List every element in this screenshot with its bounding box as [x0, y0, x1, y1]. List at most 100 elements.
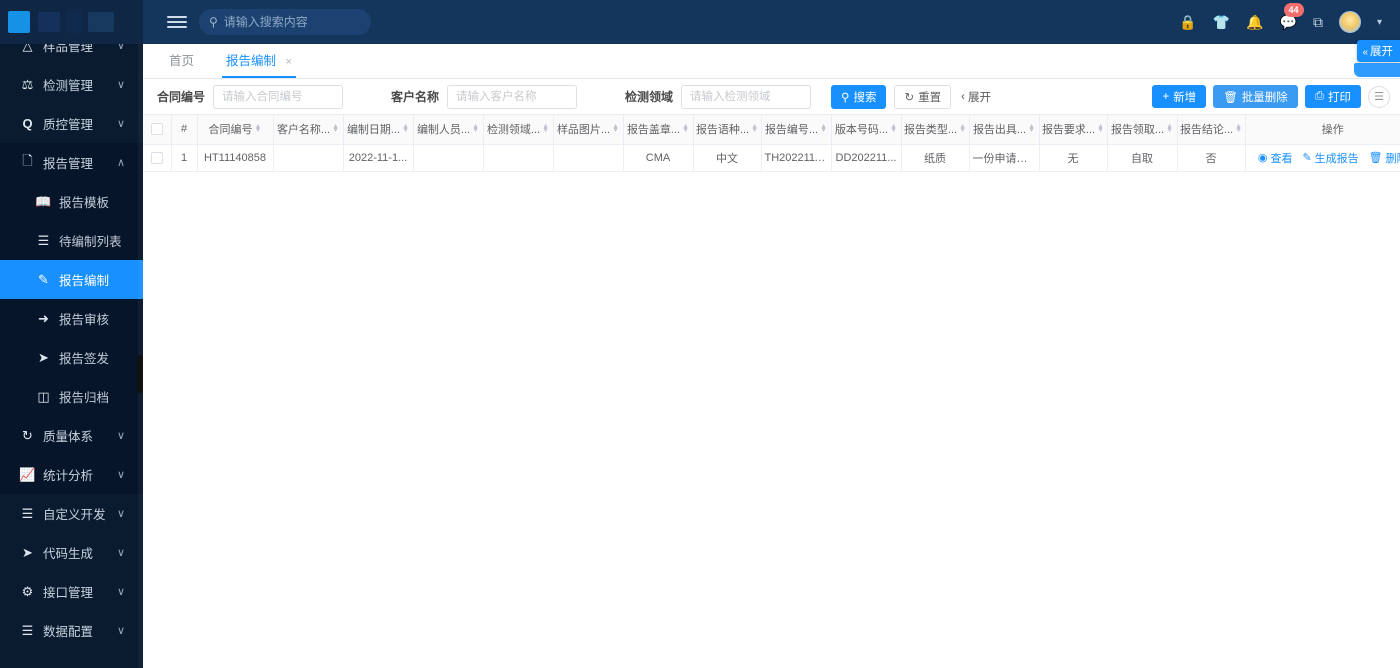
sort-icon[interactable]: ▲ ▼	[612, 123, 619, 134]
column-settings-icon[interactable]: ☰	[1368, 85, 1390, 108]
sort-icon[interactable]: ▲ ▼	[332, 123, 339, 134]
select-all-checkbox[interactable]	[150, 123, 163, 136]
bell-icon[interactable]: 🔔	[1246, 15, 1263, 29]
chevron-down-icon[interactable]: ∨	[117, 624, 125, 637]
row-checkbox-cell[interactable]	[143, 144, 172, 172]
sidebar-item-label: 样品管理	[43, 44, 94, 54]
sidebar-item-api-management[interactable]: ⚙ 接口管理 ∨	[0, 572, 143, 611]
sort-icon[interactable]: ▲ ▼	[890, 123, 897, 134]
th-report-no[interactable]: 报告编号... ▲ ▼	[761, 115, 832, 145]
tab-home[interactable]: 首页	[153, 44, 210, 78]
sidebar-item-code-gen[interactable]: ➤ 代码生成 ∨	[0, 533, 143, 572]
th-report-issue[interactable]: 报告出具... ▲ ▼	[969, 115, 1040, 145]
sort-icon[interactable]: ▲ ▼	[820, 123, 827, 134]
sort-icon[interactable]: ▲ ▼	[472, 123, 479, 134]
chevron-down-icon[interactable]: ∨	[117, 585, 125, 598]
float-expand-button[interactable]: «展开	[1357, 40, 1400, 62]
chevron-down-icon[interactable]: ∨	[117, 429, 125, 442]
th-report-type[interactable]: 报告类型... ▲ ▼	[901, 115, 970, 145]
float-expand-widget[interactable]: «展开	[1354, 40, 1400, 77]
cell-report-language: 中文	[693, 144, 762, 172]
sort-icon[interactable]: ▲ ▼	[1097, 123, 1104, 134]
sidebar-item-report-management[interactable]: 🗋 报告管理 ∧	[0, 143, 143, 182]
sort-icon[interactable]: ▲ ▼	[402, 123, 409, 134]
th-report-conclusion[interactable]: 报告结论... ▲ ▼	[1177, 115, 1246, 145]
avatar[interactable]	[1338, 11, 1361, 33]
reset-button[interactable]: ↻ 重置	[894, 84, 952, 109]
contract-no-input[interactable]	[213, 84, 344, 109]
chevron-down-icon[interactable]: ∨	[117, 44, 125, 52]
sidebar-item-qc[interactable]: Q 质控管理 ∨	[0, 104, 143, 143]
search-input[interactable]	[223, 15, 354, 29]
global-search[interactable]: ⚲	[199, 9, 371, 35]
fullscreen-icon[interactable]: ⧉	[1313, 15, 1323, 29]
th-sample-image[interactable]: 样品图片... ▲ ▼	[553, 115, 624, 145]
customer-name-input[interactable]	[447, 84, 578, 109]
hamburger-icon[interactable]	[167, 13, 187, 31]
th-compile-date[interactable]: 编制日期... ▲ ▼	[343, 115, 414, 145]
sidebar-item-report-review[interactable]: ➜ 报告审核	[0, 299, 143, 338]
sidebar-item-report-template[interactable]: 📖 报告模板	[0, 182, 143, 221]
th-select-all[interactable]	[143, 115, 172, 145]
sort-icon[interactable]: ▲ ▼	[682, 123, 689, 134]
shirt-icon[interactable]: 👕	[1213, 15, 1230, 29]
sort-icon[interactable]: ▲ ▼	[542, 123, 549, 134]
cell-compiler	[413, 144, 484, 172]
sidebar-item-statistics[interactable]: 📈 统计分析 ∨	[0, 455, 143, 494]
delete-action[interactable]: 🗑 删除	[1369, 150, 1400, 166]
filter-bar: 合同编号 客户名称 检测领域 ⚲ 搜索 ↻ 重置 ‹ 展开 +	[143, 79, 1400, 115]
sidebar-item-report-compile[interactable]: ✎ 报告编制	[0, 260, 143, 299]
chevron-down-icon[interactable]: ∨	[117, 507, 125, 520]
table-row[interactable]: 1 HT11140858 2022-11-1... CMA 中文 TH20221…	[143, 144, 1400, 172]
chevron-down-icon[interactable]: ∨	[117, 546, 125, 559]
search-icon: ⚲	[841, 91, 850, 104]
sidebar-item-report-issue[interactable]: ➤ 报告签发	[0, 338, 143, 377]
message-icon[interactable]: 💬 44	[1280, 3, 1304, 29]
sidebar-item-pending-list[interactable]: ☰ 待编制列表	[0, 221, 143, 260]
view-action[interactable]: ◉ 查看	[1258, 150, 1293, 166]
th-report-pickup[interactable]: 报告领取... ▲ ▼	[1107, 115, 1178, 145]
sort-icon[interactable]: ▲ ▼	[1235, 123, 1242, 134]
sort-icon[interactable]: ▲ ▼	[1166, 123, 1173, 134]
chevron-up-icon[interactable]: ∧	[117, 156, 125, 169]
th-compiler[interactable]: 编制人员... ▲ ▼	[413, 115, 484, 145]
test-field-input[interactable]	[681, 84, 812, 109]
chevron-down-icon[interactable]: ▾	[1377, 17, 1382, 28]
lock-icon[interactable]: 🔒	[1179, 15, 1196, 29]
sort-icon[interactable]: ▲ ▼	[751, 123, 758, 134]
print-button[interactable]: ⎙ 打印	[1304, 85, 1361, 108]
search-icon: ⚲	[209, 15, 218, 29]
add-button-label: 新增	[1173, 91, 1197, 104]
th-report-requirement[interactable]: 报告要求... ▲ ▼	[1039, 115, 1108, 145]
generate-report-action[interactable]: ✎ 生成报告	[1302, 150, 1358, 166]
sort-icon[interactable]: ▲ ▼	[1028, 123, 1035, 134]
th-version-no[interactable]: 版本号码... ▲ ▼	[831, 115, 902, 145]
sort-icon[interactable]: ▲ ▼	[959, 123, 966, 134]
th-customer-name[interactable]: 客户名称... ▲ ▼	[273, 115, 344, 145]
sidebar-item-quality-system[interactable]: ↻ 质量体系 ∨	[0, 416, 143, 455]
sidebar-item-custom-dev[interactable]: ☰ 自定义开发 ∨	[0, 494, 143, 533]
tab-report-compile[interactable]: 报告编制 ×	[210, 44, 308, 78]
chevron-down-icon[interactable]: ∨	[117, 117, 125, 130]
chevron-down-icon[interactable]: ∨	[117, 468, 125, 481]
th-test-field[interactable]: 检测领域... ▲ ▼	[483, 115, 554, 145]
sidebar-item-report-archive[interactable]: ◫ 报告归档	[0, 377, 143, 416]
add-button[interactable]: + 新增	[1152, 85, 1207, 108]
batch-delete-button[interactable]: 🗑 批量删除	[1213, 85, 1298, 108]
th-report-language[interactable]: 报告语种... ▲ ▼	[693, 115, 762, 145]
row-checkbox[interactable]	[150, 151, 163, 164]
close-icon[interactable]: ×	[286, 56, 292, 68]
sidebar-item-testing[interactable]: ⚖ 检测管理 ∨	[0, 65, 143, 104]
print-button-label: 打印	[1328, 91, 1351, 104]
th-contract-no[interactable]: 合同编号 ▲ ▼	[197, 115, 274, 145]
sidebar-item-data-config[interactable]: ☰ 数据配置 ∨	[0, 611, 143, 650]
logo-area[interactable]	[0, 0, 143, 44]
th-report-seal[interactable]: 报告盖章... ▲ ▼	[623, 115, 694, 145]
sidebar-item-sample[interactable]: △ 样品管理 ∨	[0, 44, 143, 65]
search-button[interactable]: ⚲ 搜索	[831, 84, 887, 109]
batch-delete-label: 批量删除	[1241, 91, 1288, 104]
eye-icon: ◉	[1257, 152, 1268, 164]
chevron-down-icon[interactable]: ∨	[117, 78, 125, 91]
expand-filters-link[interactable]: ‹ 展开	[961, 89, 991, 105]
sort-icon[interactable]: ▲ ▼	[255, 123, 262, 134]
